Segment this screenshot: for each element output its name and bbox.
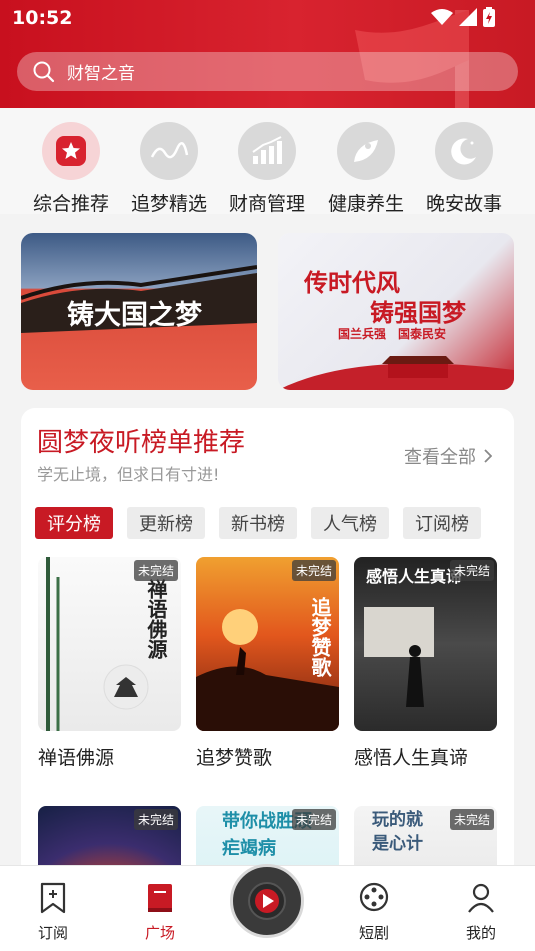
- status-badge: 未完结: [291, 809, 336, 830]
- ranking-subtitle: 学无止境，但求日有寸进!: [37, 465, 220, 484]
- tab-updated[interactable]: 更新榜: [127, 507, 205, 539]
- book-cover-title: 感悟人生真谛: [366, 567, 463, 586]
- search-bar[interactable]: 财智之音: [17, 52, 518, 91]
- bar-chart-icon: [252, 136, 282, 164]
- book-cover-title: 禅语佛源: [144, 579, 168, 659]
- play-button[interactable]: [230, 864, 304, 938]
- category-item-dream[interactable]: 追梦精选: [119, 122, 219, 216]
- tab-popular[interactable]: 人气榜: [311, 507, 389, 539]
- see-all-link[interactable]: 查看全部: [404, 443, 492, 469]
- bottom-nav: 订阅 广场 短剧 我的: [0, 864, 535, 951]
- nav-square[interactable]: 广场: [125, 882, 195, 943]
- search-placeholder: 财智之音: [67, 64, 135, 84]
- tab-subscribed[interactable]: 订阅榜: [403, 507, 481, 539]
- zhuimengren-logo-icon: [150, 142, 189, 159]
- film-reel-icon: [359, 882, 389, 912]
- tab-rating[interactable]: 评分榜: [35, 507, 113, 539]
- book-icon: [148, 884, 172, 912]
- wifi-icon: [431, 9, 453, 25]
- user-icon: [468, 883, 494, 913]
- nav-drama[interactable]: 短剧: [339, 882, 409, 943]
- status-badge: 未完结: [133, 809, 178, 830]
- tab-new[interactable]: 新书榜: [219, 507, 297, 539]
- book-cover: 禅语佛源 未完结: [38, 557, 181, 731]
- status-bar: 10:52: [0, 0, 535, 36]
- play-record-icon: [248, 882, 286, 920]
- ranking-title: 圆梦夜听榜单推荐: [37, 428, 246, 458]
- book-title: 感悟人生真谛: [354, 747, 469, 769]
- banner-line2: 铸强国梦: [370, 299, 466, 327]
- category-item-finance[interactable]: 财商管理: [217, 122, 317, 216]
- book-cover: 感悟人生真谛 未完结: [354, 557, 497, 731]
- book-title: 追梦赞歌: [196, 747, 273, 769]
- status-badge: 未完结: [291, 560, 336, 581]
- leaf-person-icon: [354, 140, 378, 162]
- book-cover-title: 追梦赞歌: [308, 597, 332, 677]
- bookmark-plus-icon: [40, 882, 66, 914]
- book-item[interactable]: 追梦赞歌 未完结 追梦赞歌: [196, 557, 339, 770]
- banner-dream-nation[interactable]: 铸大国之梦: [21, 233, 257, 390]
- search-icon: [33, 61, 55, 82]
- star-icon: [56, 136, 86, 166]
- banner-title: 铸大国之梦: [67, 300, 202, 331]
- tiananmen-image: [278, 356, 514, 390]
- book-item[interactable]: 禅语佛源 未完结 禅语佛源: [38, 557, 181, 770]
- status-badge: 未完结: [449, 560, 494, 581]
- nav-mine[interactable]: 我的: [446, 882, 516, 943]
- book-cover-title: 玩的就是心计: [372, 810, 423, 854]
- status-badge: 未完结: [133, 560, 178, 581]
- category-item-bedtime[interactable]: 晚安故事: [414, 122, 514, 216]
- book-cover: 追梦赞歌 未完结: [196, 557, 339, 731]
- status-badge: 未完结: [449, 809, 494, 830]
- status-time: 10:52: [12, 7, 73, 29]
- banner-era-style[interactable]: 传时代风 铸强国梦 国兰兵强 国泰民安: [278, 233, 514, 390]
- book-title: 禅语佛源: [38, 747, 115, 769]
- book-item[interactable]: 感悟人生真谛 未完结 感悟人生真谛: [354, 557, 497, 770]
- category-item-recommend[interactable]: 综合推荐: [21, 122, 121, 216]
- nav-subscribe[interactable]: 订阅: [18, 882, 88, 943]
- ranking-tabs: 评分榜 更新榜 新书榜 人气榜 订阅榜: [35, 507, 481, 539]
- app-header: 10:52 财智之音: [0, 0, 535, 108]
- moon-icon: [451, 138, 476, 165]
- ranking-card: 圆梦夜听榜单推荐 学无止境，但求日有寸进! 查看全部 评分榜 更新榜 新书榜 人…: [21, 408, 514, 878]
- category-row: 综合推荐 追梦精选 财商管理 健康养生 晚安故事: [0, 108, 535, 216]
- category-item-health[interactable]: 健康养生: [316, 122, 416, 216]
- battery-icon: [483, 7, 495, 27]
- signal-icon: [459, 8, 477, 26]
- chevron-right-icon: [484, 449, 492, 463]
